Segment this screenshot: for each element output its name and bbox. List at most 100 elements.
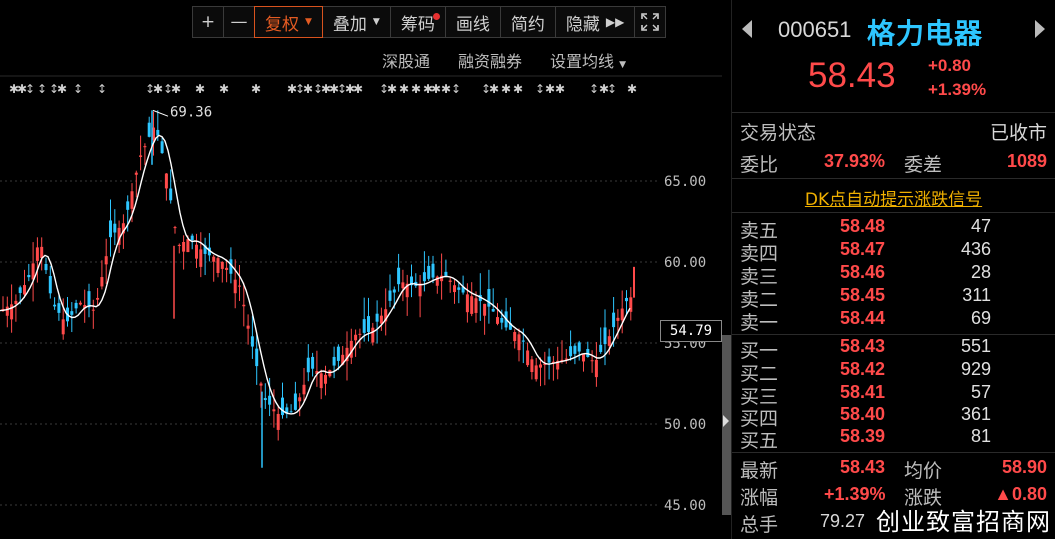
candle-body <box>371 327 375 343</box>
candle-body <box>216 258 220 273</box>
fullscreen-icon <box>641 13 660 31</box>
next-stock-icon[interactable] <box>1035 20 1045 38</box>
candle-body <box>594 359 598 378</box>
candle-body <box>573 345 577 354</box>
status-value: 已收市 <box>989 122 1047 144</box>
event-marker-icon: ↕ <box>73 82 83 96</box>
kline-chart-panel[interactable]: 65.00 60.00 55.00 50.00 45.00 ✱ ✱ ↕ ↕ ↕ ✱ ↕ ↕ ↕ ✱ ↕ ✱ ✱ ✱ ✱… <box>0 0 722 539</box>
price-change-percent: +1.39% <box>928 80 987 99</box>
set-ma-dropdown[interactable]: 设置均线 ▼ <box>550 48 626 72</box>
candle-body <box>444 271 448 276</box>
bid-price: 58.39 <box>840 426 886 446</box>
candle-body <box>616 317 620 321</box>
hk-connect-link[interactable]: 深股通 <box>382 48 430 72</box>
candle-body <box>23 285 26 295</box>
ask-row[interactable]: 卖五 58.48 47 <box>732 216 1055 242</box>
candle-body <box>392 289 396 293</box>
weicha-label: 委差 <box>904 154 943 176</box>
overlay-dropdown[interactable]: 叠加 ▼ <box>321 6 391 38</box>
candle-body <box>564 358 568 360</box>
candle-body <box>306 357 310 373</box>
zoom-out-button[interactable]: — <box>223 6 255 38</box>
ask-price: 58.47 <box>840 239 886 259</box>
candle-body <box>35 247 39 261</box>
candle-body <box>190 235 194 241</box>
peak-price-label: 69.36 <box>170 104 212 120</box>
event-marker-icon: ↕ <box>607 82 617 96</box>
candle-body <box>336 346 340 361</box>
ask-row[interactable]: 卖三 58.46 28 <box>732 262 1055 288</box>
ask-volume: 436 <box>960 239 991 259</box>
chips-label: 筹码 <box>400 14 435 35</box>
candle-body <box>311 356 315 369</box>
candle-body <box>388 290 392 301</box>
event-marker-icon: ✱ <box>555 82 565 96</box>
candle-body <box>431 263 435 278</box>
bid-row[interactable]: 买二 58.42 929 <box>732 359 1055 385</box>
volume-value: 79.27 <box>820 511 866 531</box>
candle-body <box>276 413 280 430</box>
candle-body <box>91 309 95 311</box>
candle-body <box>182 242 186 252</box>
bid-row[interactable]: 买五 58.39 81 <box>732 426 1055 452</box>
simple-mode-button[interactable]: 简约 <box>499 6 556 38</box>
ask-volume: 47 <box>970 216 991 236</box>
event-marker-icon: ↕ <box>589 82 599 96</box>
candle-body <box>422 272 426 282</box>
candle-body <box>109 220 112 238</box>
chips-button[interactable]: 筹码 <box>389 6 446 38</box>
bid-volume: 929 <box>960 359 991 379</box>
event-marker-icon: ✱ <box>303 82 313 96</box>
divider <box>732 452 1055 453</box>
candle-body <box>212 256 216 262</box>
candle-body <box>238 285 241 287</box>
ask-row[interactable]: 卖二 58.45 311 <box>732 285 1055 311</box>
ask-row[interactable]: 卖四 58.47 436 <box>732 239 1055 265</box>
margin-trading-link[interactable]: 融资融券 <box>458 48 522 72</box>
candle-body <box>354 334 358 341</box>
ask-price: 58.44 <box>840 308 886 328</box>
event-marker-icon: ✱ <box>195 82 205 96</box>
candle-body <box>104 256 108 265</box>
ask-row[interactable]: 卖一 58.44 69 <box>732 308 1055 334</box>
candle-body <box>474 298 478 313</box>
panel-resize-handle[interactable] <box>722 335 731 515</box>
candle-body <box>521 340 525 342</box>
candle-body <box>70 311 74 315</box>
candle-body <box>513 332 517 342</box>
adjust-rights-dropdown[interactable]: 复权 ▼ <box>254 6 323 38</box>
candle-body <box>453 285 456 293</box>
event-marker-icon: ↕ <box>97 82 107 96</box>
bid-row[interactable]: 买三 58.41 57 <box>732 382 1055 408</box>
prev-stock-icon[interactable] <box>742 20 752 38</box>
candle-body <box>143 146 147 148</box>
candle-body <box>324 374 327 384</box>
candle-body <box>401 282 405 289</box>
bid-volume: 551 <box>960 336 991 356</box>
y-axis-label: 45.00 <box>664 498 706 514</box>
candle-body <box>14 300 18 305</box>
bid-price: 58.40 <box>840 404 886 424</box>
draw-line-button[interactable]: 画线 <box>444 6 501 38</box>
bid-row[interactable]: 买四 58.40 361 <box>732 404 1055 430</box>
dk-signal-link[interactable]: DK点自动提示涨跌信号 <box>732 185 1055 210</box>
candle-body <box>78 302 82 305</box>
chart-subbar: 深股通 融资融券 设置均线 ▼ <box>382 48 626 72</box>
adjust-rights-label: 复权 <box>265 14 299 35</box>
candle-body <box>169 188 173 201</box>
volume-label: 总手 <box>740 514 779 536</box>
kline-chart[interactable]: 65.0060.0055.0050.0045.00✱✱↕ ↕ ↕✱ ↕ ↕ ↕✱ ↕✱ ✱ ✱ ✱… <box>0 0 722 539</box>
candle-body <box>526 350 530 366</box>
zoom-in-button[interactable]: + <box>192 6 224 38</box>
bid-row[interactable]: 买一 58.43 551 <box>732 336 1055 362</box>
simple-mode-label: 简约 <box>510 14 545 35</box>
fullscreen-button[interactable] <box>634 6 667 38</box>
candle-body <box>27 275 31 278</box>
candle-body <box>620 308 624 321</box>
bid-price: 58.43 <box>840 336 886 356</box>
ask-volume: 311 <box>962 285 991 305</box>
candle-body <box>5 306 9 316</box>
event-marker-icon: ✱ <box>387 82 397 96</box>
hide-button[interactable]: 隐藏 ▶▶ <box>554 6 636 38</box>
y-axis-label: 65.00 <box>664 174 706 190</box>
